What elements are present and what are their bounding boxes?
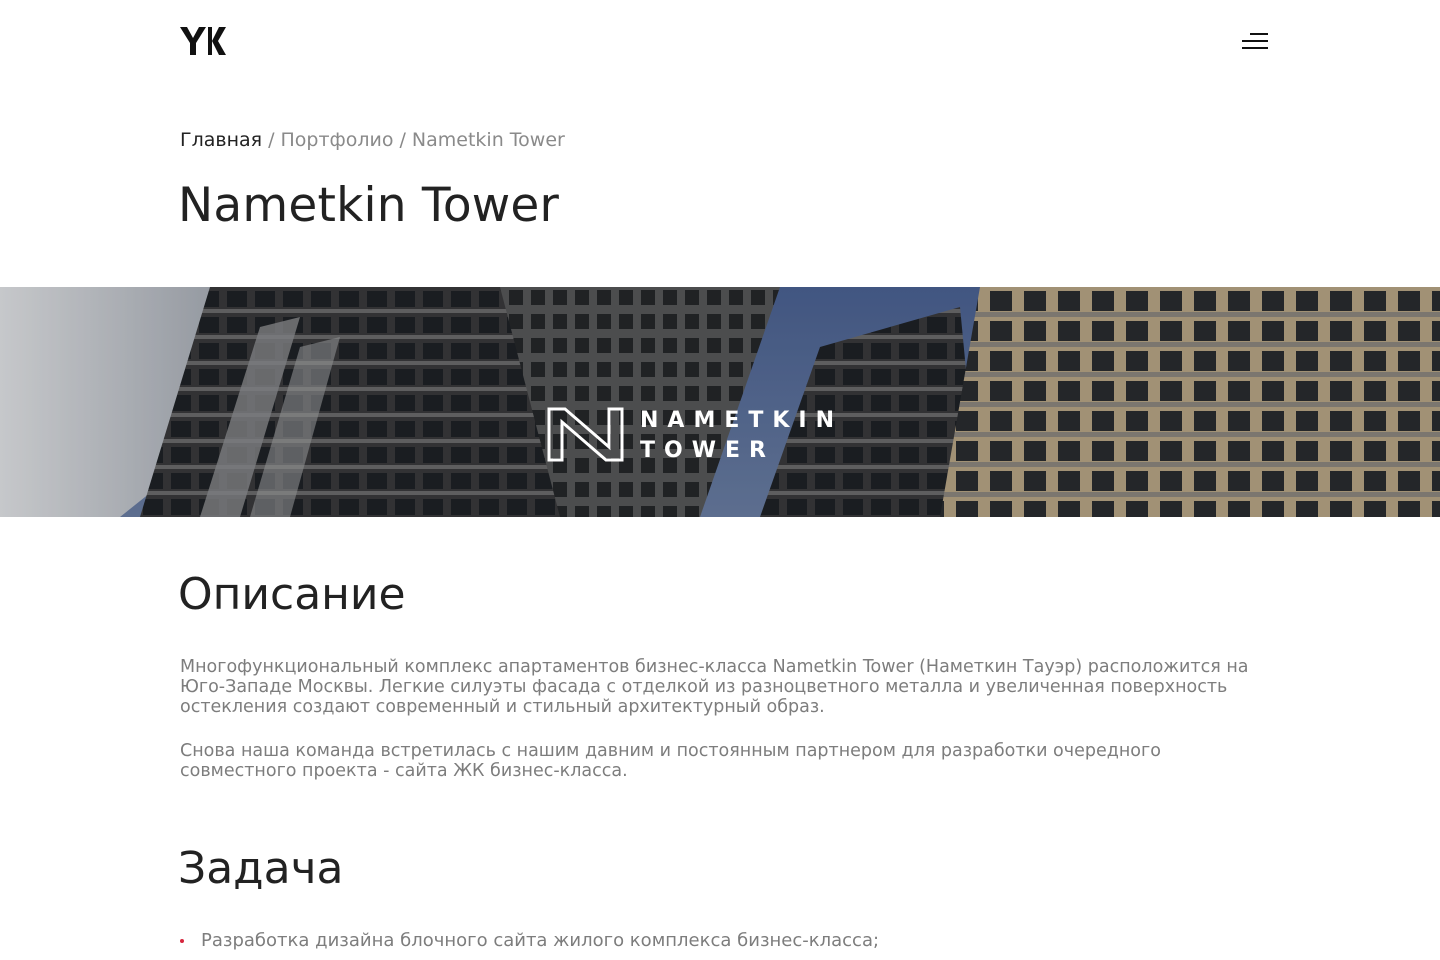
task-title: Задача	[178, 843, 344, 894]
breadcrumb-separator: /	[399, 129, 406, 151]
description-paragraph: Многофункциональный комплекс апартаменто…	[180, 657, 1249, 717]
nametkin-tower-logo-icon	[547, 407, 624, 462]
menu-button[interactable]	[1238, 30, 1270, 52]
breadcrumb-home-link[interactable]: Главная	[180, 129, 262, 151]
hamburger-menu-icon	[1250, 33, 1268, 35]
breadcrumb-portfolio-link[interactable]: Портфолио	[280, 129, 393, 151]
hamburger-line	[1242, 40, 1268, 42]
bullet-icon	[180, 939, 184, 943]
hamburger-line	[1242, 47, 1268, 49]
hero-logo-line2: TOWER	[640, 438, 775, 463]
logo[interactable]: YK	[180, 26, 226, 56]
page-title: Nametkin Tower	[178, 178, 560, 233]
site-header: YK	[0, 0, 1440, 84]
hero-logo-line1: NAMETKIN	[640, 408, 844, 433]
breadcrumb-separator: /	[268, 129, 275, 151]
breadcrumb-current: Nametkin Tower	[411, 129, 565, 151]
task-item-text: Разработка дизайна блочного сайта жилого…	[201, 930, 880, 951]
page: YK Главная/Портфолио/Nametkin Tower Name…	[0, 0, 1440, 960]
hero-building-image	[0, 287, 1440, 517]
task-list: Разработка дизайна блочного сайта жилого…	[180, 930, 879, 952]
description-title: Описание	[178, 569, 406, 620]
hero-banner	[0, 287, 1440, 517]
breadcrumb: Главная / Портфолио / Nametkin Tower	[180, 128, 565, 152]
list-item: Разработка дизайна блочного сайта жилого…	[180, 930, 879, 952]
description-paragraph: Снова наша команда встретилась с нашим д…	[180, 741, 1161, 781]
